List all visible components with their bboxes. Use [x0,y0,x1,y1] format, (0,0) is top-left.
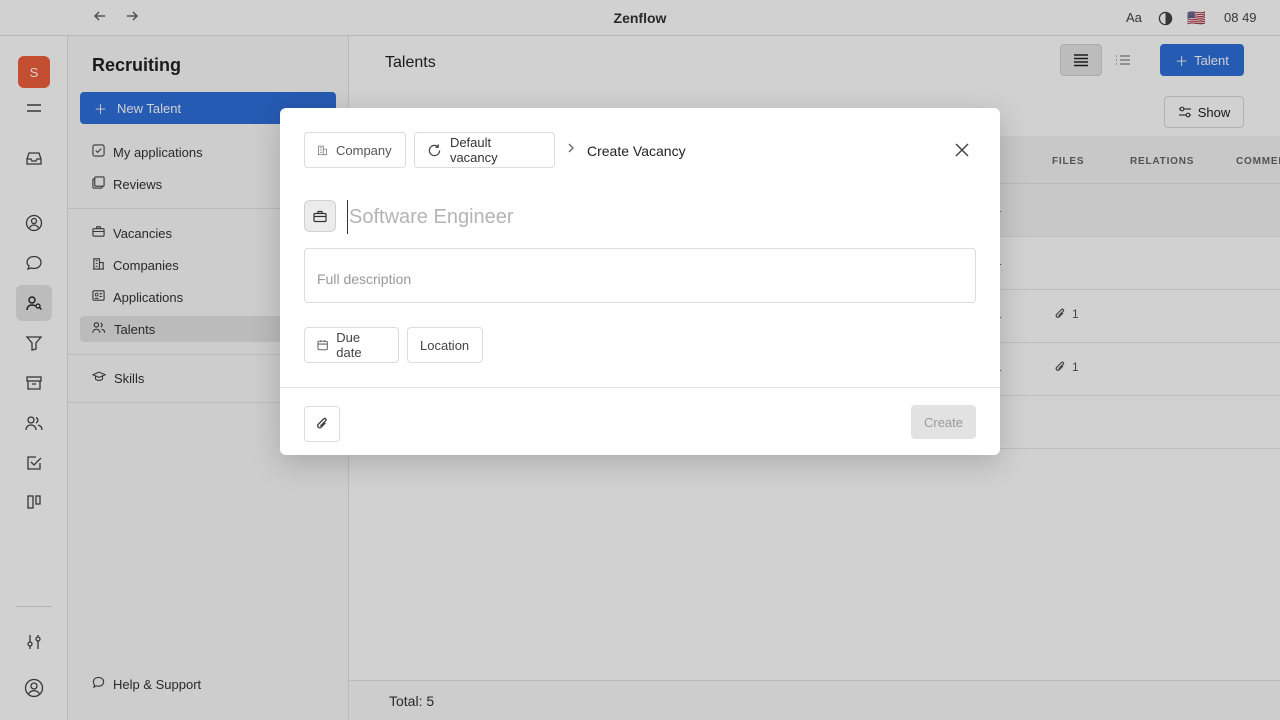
chevron-right-icon [566,141,576,157]
refresh-icon [428,143,441,156]
create-vacancy-dialog: Company Default vacancy Create Vacancy F… [280,108,1000,455]
due-date-label: Due date [336,330,362,360]
description-field[interactable]: Full description [304,248,976,303]
close-icon [955,143,969,157]
vacancy-type-selector[interactable]: Default vacancy [414,132,555,168]
company-selector[interactable]: Company [304,132,406,168]
vacancy-type-label: Default vacancy [449,135,498,165]
create-button[interactable]: Create [911,405,976,439]
location-label: Location [420,337,470,353]
attach-button[interactable] [304,406,340,442]
dialog-divider [280,387,1000,388]
company-label: Company [336,142,392,158]
dialog-title: Create Vacancy [587,143,686,159]
vacancy-title-input[interactable] [347,200,967,234]
building-icon [317,145,328,156]
paperclip-icon [316,417,327,429]
location-button[interactable]: Location [407,327,483,363]
calendar-icon [317,340,328,351]
close-button[interactable] [950,138,974,162]
vacancy-icon-button[interactable] [304,200,336,232]
due-date-button[interactable]: Due date [304,327,399,363]
briefcase-icon [313,210,327,222]
